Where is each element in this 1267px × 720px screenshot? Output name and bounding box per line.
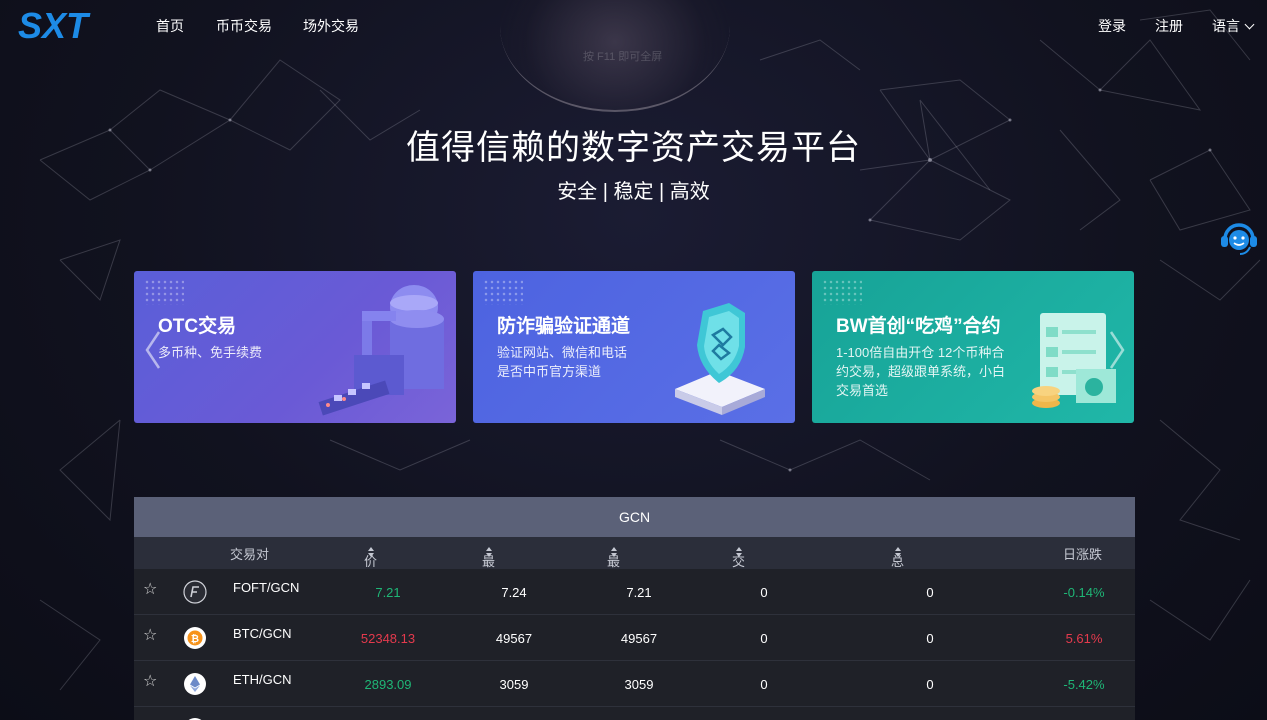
chevron-down-icon [1244,19,1255,30]
col-change: 日涨跌 [1063,547,1103,562]
col-amount-sort[interactable]: 总交易额 [891,544,904,626]
hero-title: 值得信赖的数字资产交易平台 [406,129,861,167]
table-row[interactable]: ☆ ₿ BTC/GCN 52348.13 49567 49567 0 0 5.6… [134,615,1135,661]
nav-otc-trading[interactable]: 场外交易 [303,16,359,36]
change-value: -0.14% [1063,585,1105,600]
table-header: 交易对 价格 最高价 最低价 交易量 总交易额 日涨跌 [134,537,1135,626]
dot-pattern [483,279,523,305]
price-value: 2893.09 [364,677,412,692]
table-row[interactable]: ☆ ETH/GCN 2893.09 3059 3059 0 0 -5.42% [134,661,1135,707]
pair-name: BTC/GCN [233,626,292,641]
shield-icon [675,303,765,415]
low-value: 49567 [620,631,658,646]
col-volume-sort[interactable]: 交易量 [732,544,745,607]
svg-text:SXT: SXT [18,5,91,46]
banner-description: 验证网站、微信和电话 是否中币官方渠道 [497,345,628,379]
banner-title: BW首创“吃鸡”合约 [836,316,1001,337]
volume-value: 0 [760,631,768,646]
high-value: 49567 [495,631,533,646]
price-value: 7.21 [375,585,401,600]
pair-name: ETH/GCN [233,672,292,687]
customer-support-icon[interactable] [1219,217,1259,257]
dot-pattern [144,279,184,305]
low-value: 3059 [624,677,654,692]
price-value: 52348.13 [360,631,416,646]
change-value: 5.61% [1065,631,1103,646]
eth-coin-icon [184,673,206,695]
col-high-sort[interactable]: 最高价 [482,544,495,607]
amount-value: 0 [926,585,934,600]
banner-contract[interactable]: BW首创“吃鸡”合约 1-100倍自由开仓 12个币种合 约交易，超级跟单系统，… [812,271,1134,423]
change-value: -5.42% [1063,677,1105,692]
pair-name: FOFT/GCN [233,580,300,595]
banner-title: OTC交易 [158,316,237,337]
banner-anti-fraud[interactable]: 防诈骗验证通道 验证网站、微信和电话 是否中币官方渠道 [473,271,795,423]
hero-subtitle: 安全 | 稳定 | 高效 [557,181,710,203]
foft-coin-icon [183,580,207,604]
amount-value: 0 [926,631,934,646]
col-low-sort[interactable]: 最低价 [607,544,620,607]
table-row[interactable] [134,707,1135,720]
favorite-star-icon[interactable]: ☆ [143,674,157,690]
favorite-star-icon[interactable]: ☆ [143,628,157,644]
table-row[interactable]: ☆ FOFT/GCN 7.21 7.24 7.21 0 0 -0.14% [134,569,1135,615]
banner-description: 1-100倍自由开仓 12个币种合 约交易，超级跟单系统，小白 交易首选 [836,345,1006,398]
nav-home[interactable]: 首页 [156,16,184,36]
register-link[interactable]: 注册 [1155,16,1183,36]
server-machine-illustration [318,285,444,416]
col-pair: 交易对 [230,547,270,562]
high-value: 3059 [499,677,529,692]
market-table: GCN 交易对 价格 最高价 最低价 交易量 总交易额 日涨跌 ☆ FOFT/G… [134,497,1135,720]
favorite-star-icon[interactable]: ☆ [143,582,157,598]
fullscreen-hint: 按 F11 即可全屏 [583,51,663,63]
high-value: 7.24 [501,585,527,600]
top-nav: SXT 首页 币币交易 场外交易 登录 注册 语言 [0,0,1267,50]
banner-otc[interactable]: OTC交易 多币种、免手续费 [134,271,456,423]
language-label: 语言 [1212,18,1240,34]
svg-text:₿: ₿ [191,633,199,645]
carousel-prev-arrow[interactable] [144,330,162,370]
dot-pattern [822,279,862,305]
language-selector[interactable]: 语言 [1212,16,1255,36]
low-value: 7.21 [626,585,652,600]
volume-value: 0 [760,585,768,600]
col-price-sort[interactable]: 价格 [364,544,377,588]
banner-description: 多币种、免手续费 [158,345,263,360]
login-link[interactable]: 登录 [1098,16,1126,36]
market-tab-gcn[interactable]: GCN [134,497,1135,537]
nav-coin-trading[interactable]: 币币交易 [216,16,272,36]
amount-value: 0 [926,677,934,692]
btc-coin-icon: ₿ [184,627,206,649]
banner-title: 防诈骗验证通道 [497,316,631,337]
sxt-logo[interactable]: SXT [16,4,112,46]
carousel-next-arrow[interactable] [1108,330,1126,370]
volume-value: 0 [760,677,768,692]
